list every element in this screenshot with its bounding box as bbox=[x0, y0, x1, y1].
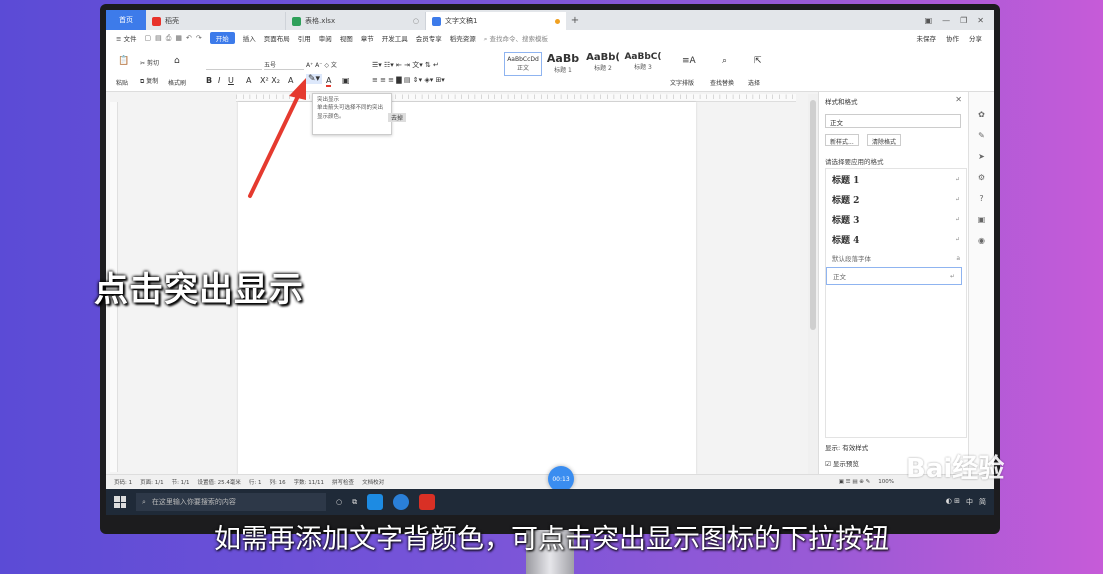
video-subtitle: 如需再添加文字背颜色，可点击突出显示图标的下拉按钮 bbox=[214, 524, 889, 555]
baidu-watermark: Bai经验 bbox=[906, 454, 1005, 484]
overlay-title: 点击突出显示 bbox=[94, 270, 304, 310]
